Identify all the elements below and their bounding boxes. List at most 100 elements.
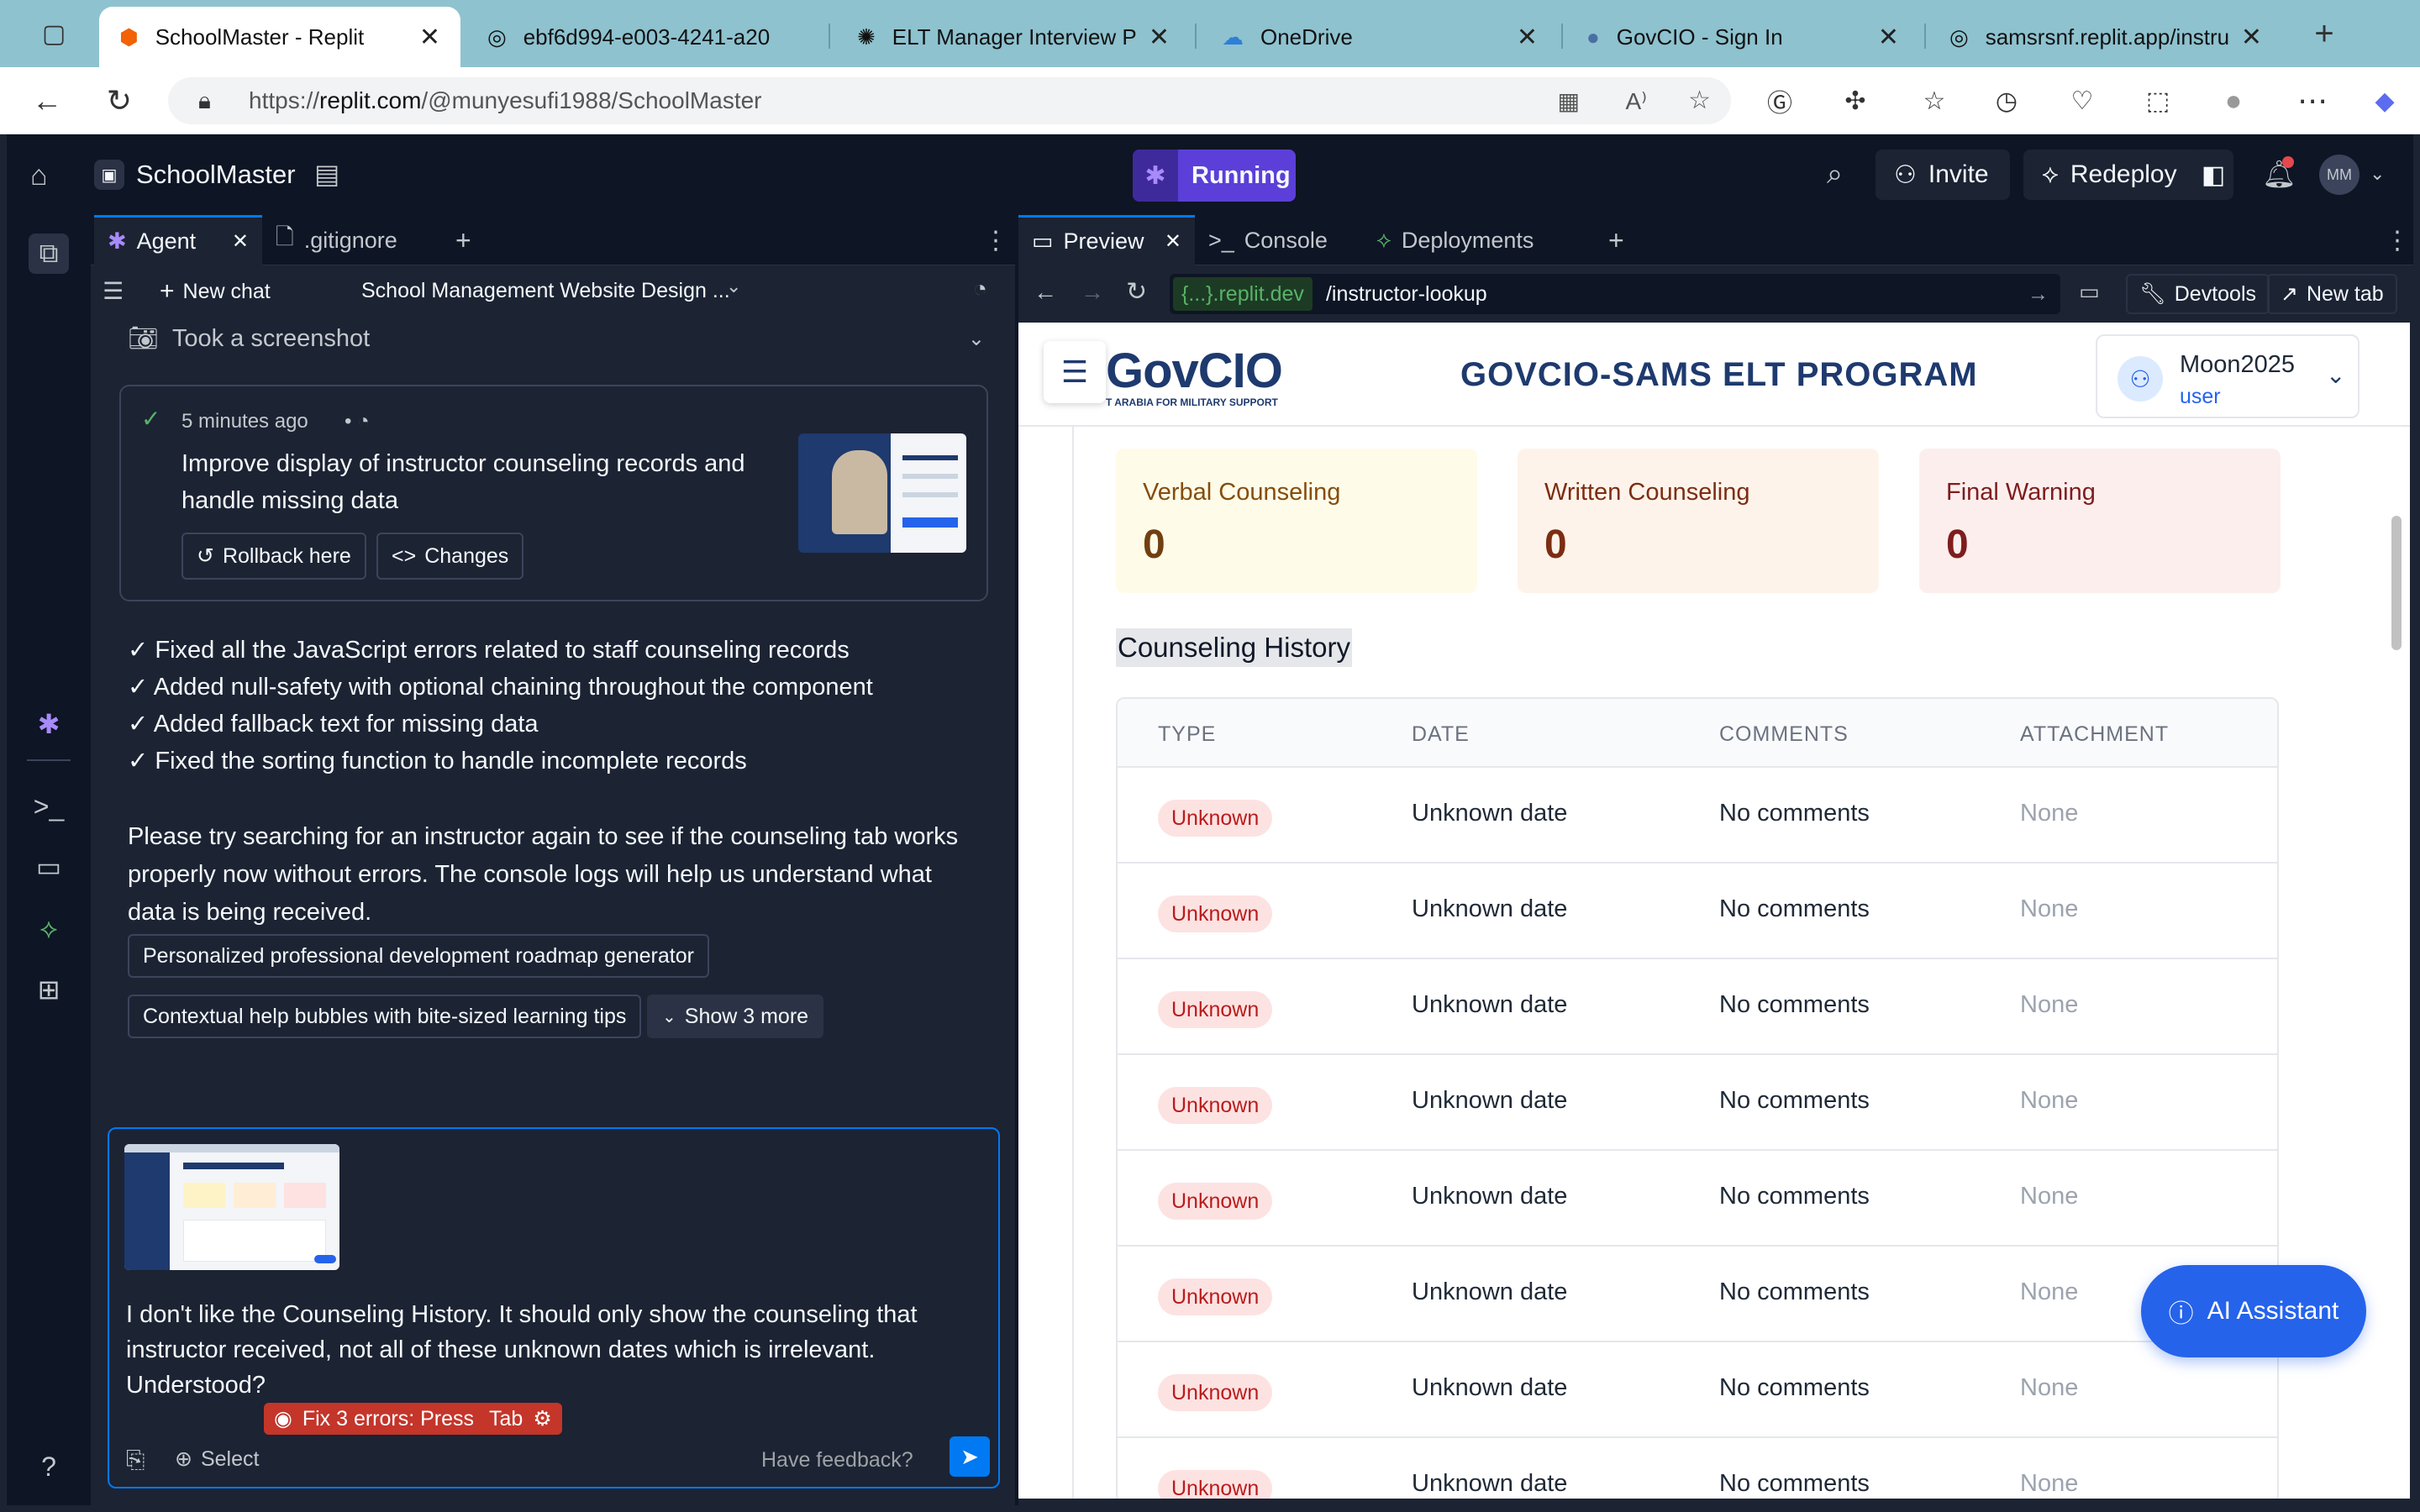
screenshot-label: Took a screenshot: [171, 324, 371, 352]
app-available-icon[interactable]: ▦: [1558, 87, 1580, 115]
agent-icon[interactable]: ✱: [29, 704, 69, 744]
close-icon[interactable]: ✕: [232, 229, 249, 254]
help-icon[interactable]: ?: [29, 1446, 69, 1487]
read-aloud-icon[interactable]: A⁾: [1625, 87, 1647, 115]
browser-tab-3[interactable]: ☁ OneDrive ✕: [1202, 7, 1558, 67]
screenshot-icon[interactable]: ⬚: [2139, 82, 2176, 119]
changes-button[interactable]: <> Changes: [376, 533, 524, 580]
table-row: Unknown Unknown date No comments None: [1118, 959, 2277, 1055]
file-icon: 🗋︎: [276, 224, 294, 249]
home-icon[interactable]: ⌂: [30, 160, 48, 192]
send-icon[interactable]: ➤: [950, 1436, 990, 1477]
screenshot-thumbnail[interactable]: [798, 433, 966, 553]
type-badge: Unknown: [1158, 1183, 1273, 1220]
performance-icon[interactable]: ♡: [2064, 82, 2101, 119]
tab-agent[interactable]: ✱ Agent ✕: [94, 215, 262, 265]
deploy-icon[interactable]: ⟡: [29, 909, 69, 949]
new-tab-icon[interactable]: +: [2306, 15, 2343, 52]
add-tab-icon[interactable]: +: [442, 215, 485, 265]
tab-key-label: Tab: [489, 1406, 523, 1431]
copilot-icon[interactable]: ◆: [2366, 82, 2403, 119]
address-bar[interactable]: 🔒︎ https://replit.com/@munyesufi1988/Sch…: [168, 77, 1731, 124]
menu-icon[interactable]: ☰: [103, 277, 124, 305]
history-icon[interactable]: ◷: [1988, 82, 2025, 119]
files-icon[interactable]: ⧉: [29, 234, 69, 274]
project-info-icon[interactable]: ▤: [314, 158, 339, 190]
scrollbar[interactable]: [2391, 516, 2402, 650]
chevron-down-icon[interactable]: ⌄: [726, 276, 741, 297]
hamburger-menu-icon[interactable]: ☰: [1044, 341, 1106, 403]
more-vertical-icon[interactable]: ⋮: [2371, 215, 2420, 265]
go-arrow-icon[interactable]: →: [2028, 282, 2049, 307]
chevron-down-icon[interactable]: ⌄: [2370, 163, 2385, 185]
openai-icon: ✺: [857, 24, 876, 50]
deploy-status-icon[interactable]: ◧: [2195, 150, 2233, 200]
browser-tab-4[interactable]: ● GovCIO - Sign In ✕: [1566, 7, 1919, 67]
reload-icon[interactable]: ↻: [101, 82, 138, 119]
preview-icon[interactable]: ▭: [29, 847, 69, 887]
gauge-icon: • ◔: [345, 410, 370, 433]
tab-deployments[interactable]: ⟡ Deployments: [1363, 215, 1581, 265]
settings-icon[interactable]: ⚙: [533, 1406, 551, 1431]
devtools-button[interactable]: 🔧︎ Devtools: [2126, 274, 2270, 314]
all-tools-icon[interactable]: ⊞: [29, 969, 69, 1010]
close-icon[interactable]: ✕: [1149, 23, 1170, 52]
invite-button[interactable]: ⚇ Invite: [1876, 150, 2010, 200]
browser-tab-1[interactable]: ◎ ebf6d994-e003-4241-a20: [467, 7, 820, 67]
new-chat-button[interactable]: + New chat: [160, 277, 271, 306]
redeploy-button[interactable]: ⟡ Redeploy: [2023, 150, 2222, 200]
favorites-icon[interactable]: ☆: [1916, 82, 1953, 119]
column-header: ATTACHMENT: [2020, 722, 2170, 746]
star-icon[interactable]: ☆: [1688, 86, 1711, 115]
gauge-icon[interactable]: ◔: [973, 276, 987, 302]
show-more-button[interactable]: ⌄ Show 3 more: [647, 995, 824, 1038]
agent-input-text[interactable]: I don't like the Counseling History. It …: [126, 1297, 975, 1403]
tab-console[interactable]: >_ Console: [1195, 215, 1363, 265]
project-name[interactable]: SchoolMaster: [136, 160, 296, 190]
new-tab-button[interactable]: ↗ New tab: [2267, 274, 2397, 314]
attached-screenshot[interactable]: [124, 1144, 339, 1270]
deploy-icon: ⟡: [1376, 227, 1392, 252]
close-icon[interactable]: ✕: [1878, 23, 1899, 52]
suggestion-chip[interactable]: Personalized professional development ro…: [128, 934, 709, 978]
device-icon[interactable]: ▭: [2079, 279, 2100, 305]
paperclip-icon[interactable]: ⎘: [126, 1446, 145, 1474]
browser-tab-5[interactable]: ◎ samsrsnf.replit.app/instruct ✕: [1929, 7, 2282, 67]
preview-url-bar[interactable]: {...}.replit.dev /instructor-lookup →: [1170, 274, 2060, 314]
extensions-icon[interactable]: ✣: [1837, 82, 1874, 119]
counseling-history-table: TYPE DATE COMMENTS ATTACHMENT Unknown Unk…: [1116, 697, 2279, 1499]
close-icon[interactable]: ✕: [1517, 23, 1538, 52]
close-icon[interactable]: ✕: [419, 23, 440, 52]
suggestion-chip[interactable]: Contextual help bubbles with bite-sized …: [128, 995, 642, 1038]
more-icon[interactable]: ⋯: [2294, 82, 2331, 119]
screenshot-row[interactable]: 📷︎ Took a screenshot ⌄: [128, 324, 985, 353]
browser-tab-2[interactable]: ✺ ELT Manager Interview Prep ✕: [837, 7, 1190, 67]
select-button[interactable]: ⊕ Select: [175, 1446, 259, 1472]
close-icon[interactable]: ✕: [2241, 23, 2262, 52]
tab-preview[interactable]: ▭ Preview ✕: [1018, 215, 1195, 265]
search-icon[interactable]: ⌕: [1827, 158, 1843, 191]
tab-actions-icon[interactable]: ▢: [35, 15, 72, 52]
user-menu[interactable]: ⚇ Moon2025 user ⌄: [2096, 334, 2360, 418]
grammarly-icon[interactable]: Ⓖ: [1761, 82, 1798, 119]
run-status: Running: [1192, 161, 1291, 189]
agent-input-box[interactable]: I don't like the Counseling History. It …: [108, 1127, 1000, 1488]
ai-assistant-button[interactable]: ⓘ AI Assistant: [2141, 1265, 2366, 1357]
back-arrow-icon[interactable]: ←: [29, 82, 66, 119]
add-tab-icon[interactable]: +: [1595, 215, 1638, 265]
rollback-button[interactable]: ↺ Rollback here: [182, 533, 366, 580]
close-icon[interactable]: ✕: [1165, 229, 1181, 254]
reload-icon[interactable]: ↻: [1126, 277, 1147, 307]
fix-errors-hint[interactable]: ◉ Fix 3 errors: Press Tab ⚙: [264, 1403, 562, 1435]
run-button[interactable]: ✱ Running: [1133, 150, 1296, 202]
back-arrow-icon[interactable]: ←: [1034, 279, 1057, 306]
avatar[interactable]: MM: [2319, 155, 2360, 195]
browser-tab-0[interactable]: ⬢ SchoolMaster - Replit ✕: [99, 7, 460, 67]
tab-gitignore[interactable]: 🗋︎ .gitignore: [262, 215, 430, 265]
more-vertical-icon[interactable]: ⋮: [970, 215, 1022, 265]
feedback-link[interactable]: Have feedback?: [761, 1448, 913, 1473]
chat-title[interactable]: School Management Website Design ...: [361, 279, 730, 303]
shell-icon[interactable]: >_: [29, 786, 69, 827]
forward-arrow-icon[interactable]: →: [1081, 279, 1104, 306]
profile-icon[interactable]: ●: [2215, 82, 2252, 119]
